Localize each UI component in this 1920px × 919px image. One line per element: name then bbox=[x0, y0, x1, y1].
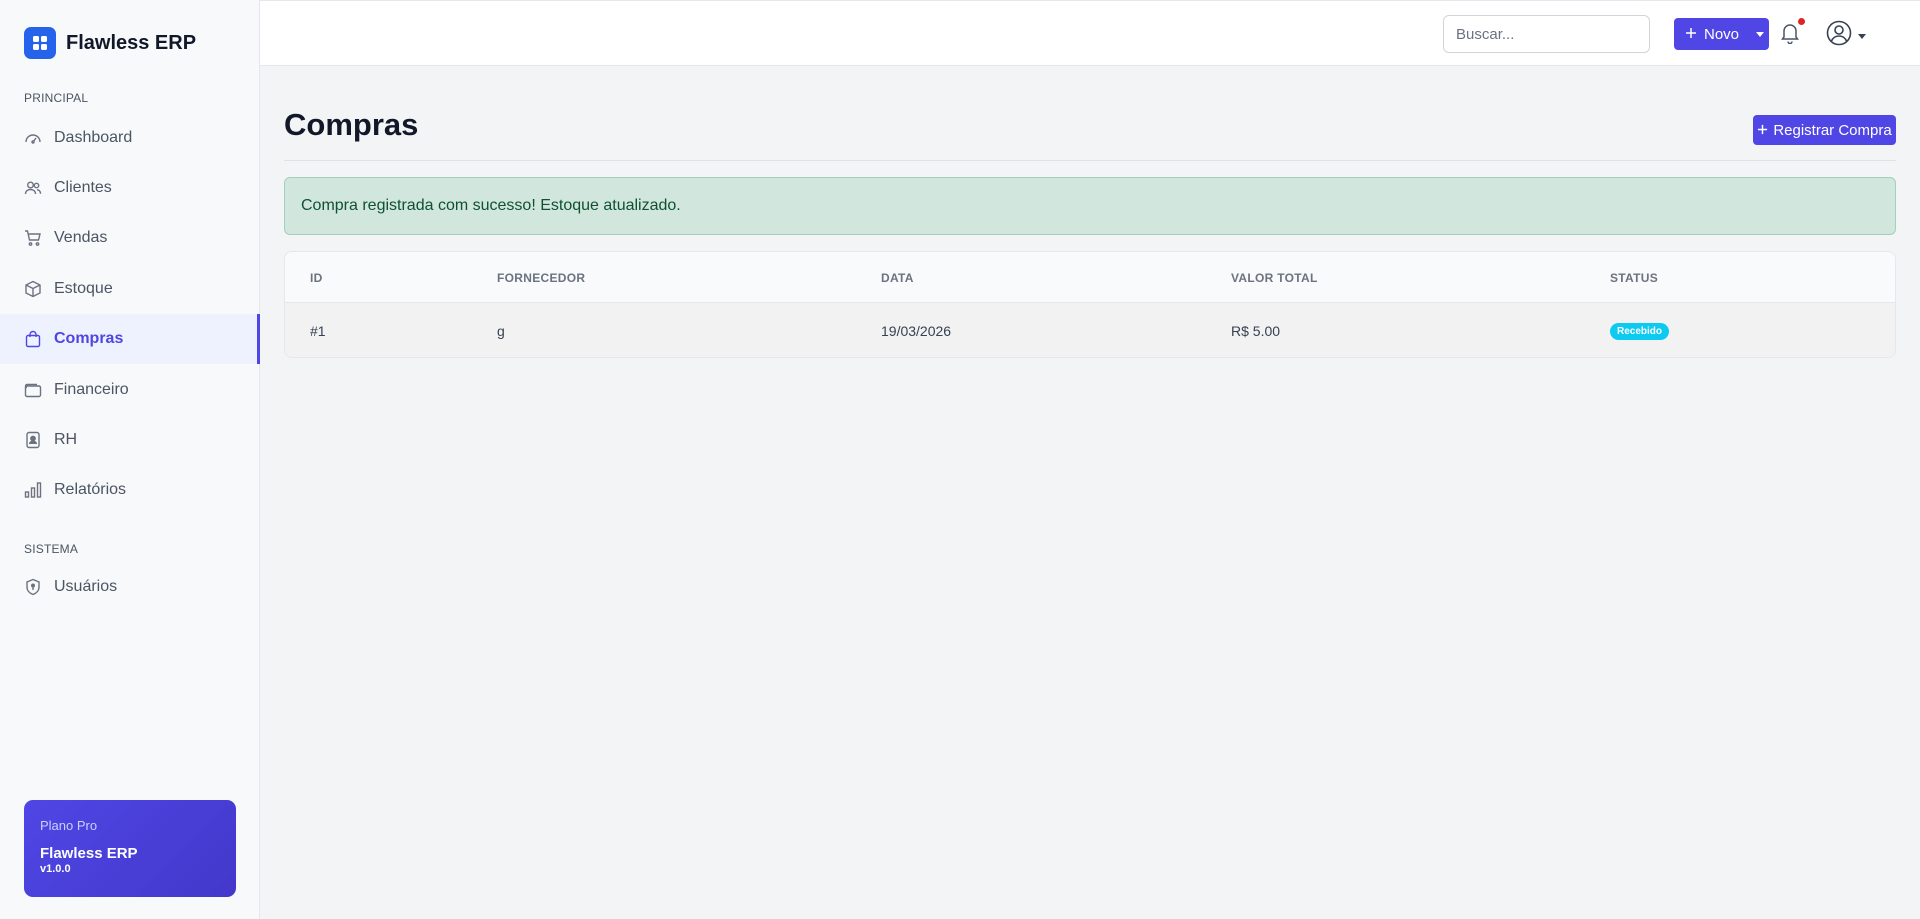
register-purchase-label: Registrar Compra bbox=[1773, 121, 1892, 139]
wallet-icon bbox=[24, 381, 42, 399]
sidebar-item-label: Estoque bbox=[54, 280, 113, 297]
plan-version: v1.0.0 bbox=[40, 863, 71, 875]
sidebar-item-label: Dashboard bbox=[54, 129, 133, 146]
sidebar: Flawless ERP PRINCIPAL Dashboard Cliente… bbox=[0, 0, 260, 919]
sidebar-item-compras[interactable]: Compras bbox=[0, 314, 260, 364]
alert-message: Compra registrada com sucesso! Estoque a… bbox=[301, 197, 681, 214]
caret-down-icon bbox=[1858, 26, 1866, 44]
sidebar-item-usuarios[interactable]: Usuários bbox=[0, 562, 260, 612]
plan-name: Flawless ERP bbox=[40, 845, 138, 862]
cell-id: #1 bbox=[310, 323, 326, 339]
cart-icon bbox=[24, 229, 42, 247]
column-header-status[interactable]: STATUS bbox=[1610, 252, 1658, 303]
cell-fornecedor: g bbox=[497, 323, 505, 339]
notifications-button[interactable] bbox=[1780, 18, 1805, 48]
topbar: Novo bbox=[260, 0, 1920, 66]
sidebar-item-label: Compras bbox=[54, 330, 124, 347]
bag-icon bbox=[24, 330, 42, 348]
sidebar-item-rh[interactable]: RH bbox=[0, 415, 260, 465]
column-header-fornecedor[interactable]: FORNECEDOR bbox=[497, 252, 585, 303]
badge-icon bbox=[24, 431, 42, 449]
section-title-sistema: SISTEMA bbox=[24, 542, 79, 556]
plus-icon bbox=[1757, 122, 1768, 139]
sidebar-item-financeiro[interactable]: Financeiro bbox=[0, 365, 260, 415]
new-button[interactable]: Novo bbox=[1674, 26, 1751, 43]
cell-data: 19/03/2026 bbox=[881, 323, 952, 339]
bar-chart-icon bbox=[24, 481, 42, 499]
column-header-data[interactable]: DATA bbox=[881, 252, 914, 303]
purchases-table: ID FORNECEDOR DATA VALOR TOTAL STATUS #1… bbox=[284, 251, 1896, 358]
search-input[interactable] bbox=[1443, 15, 1650, 53]
users-icon bbox=[24, 179, 42, 197]
new-dropdown-button[interactable]: Novo bbox=[1674, 18, 1769, 50]
column-header-id[interactable]: ID bbox=[310, 252, 323, 303]
sidebar-item-label: Usuários bbox=[54, 578, 118, 595]
sidebar-item-relatorios[interactable]: Relatórios bbox=[0, 465, 260, 515]
sidebar-item-label: Vendas bbox=[54, 229, 108, 246]
cell-status: Recebido bbox=[1610, 303, 1670, 357]
user-avatar-icon bbox=[1826, 20, 1852, 51]
grid-logo-icon bbox=[24, 27, 56, 59]
page-title: Compras bbox=[284, 107, 419, 142]
dashboard-icon bbox=[24, 129, 42, 147]
sidebar-item-vendas[interactable]: Vendas bbox=[0, 213, 260, 263]
sidebar-item-estoque[interactable]: Estoque bbox=[0, 264, 260, 314]
sidebar-item-label: Relatórios bbox=[54, 481, 127, 498]
section-title-principal: PRINCIPAL bbox=[24, 91, 89, 105]
table-row[interactable]: #1 g 19/03/2026 R$ 5.00 Recebido bbox=[285, 303, 1895, 357]
caret-down-icon[interactable] bbox=[1751, 18, 1769, 50]
notification-dot bbox=[1798, 18, 1805, 25]
plus-icon bbox=[1685, 26, 1697, 43]
sidebar-item-dashboard[interactable]: Dashboard bbox=[0, 113, 260, 163]
sidebar-item-label: Clientes bbox=[54, 179, 112, 196]
status-badge: Recebido bbox=[1610, 322, 1670, 340]
bell-icon bbox=[1780, 24, 1800, 48]
sidebar-item-label: RH bbox=[54, 431, 78, 448]
table-header: ID FORNECEDOR DATA VALOR TOTAL STATUS bbox=[285, 252, 1895, 303]
sidebar-item-label: Financeiro bbox=[54, 381, 129, 398]
plan-label: Plano Pro bbox=[40, 818, 98, 833]
plan-card: Plano Pro Flawless ERP v1.0.0 bbox=[24, 800, 236, 897]
title-divider bbox=[284, 160, 1896, 161]
cell-valor-total: R$ 5.00 bbox=[1231, 323, 1281, 339]
column-header-valor-total[interactable]: VALOR TOTAL bbox=[1231, 252, 1318, 303]
shield-icon bbox=[24, 578, 42, 596]
box-icon bbox=[24, 280, 42, 298]
user-menu[interactable] bbox=[1826, 20, 1866, 51]
sidebar-item-clientes[interactable]: Clientes bbox=[0, 163, 260, 213]
register-purchase-button[interactable]: Registrar Compra bbox=[1753, 115, 1896, 145]
success-alert: Compra registrada com sucesso! Estoque a… bbox=[284, 177, 1896, 235]
brand-name: Flawless ERP bbox=[66, 31, 197, 54]
brand[interactable]: Flawless ERP bbox=[24, 27, 196, 59]
new-button-label: Novo bbox=[1704, 25, 1740, 43]
